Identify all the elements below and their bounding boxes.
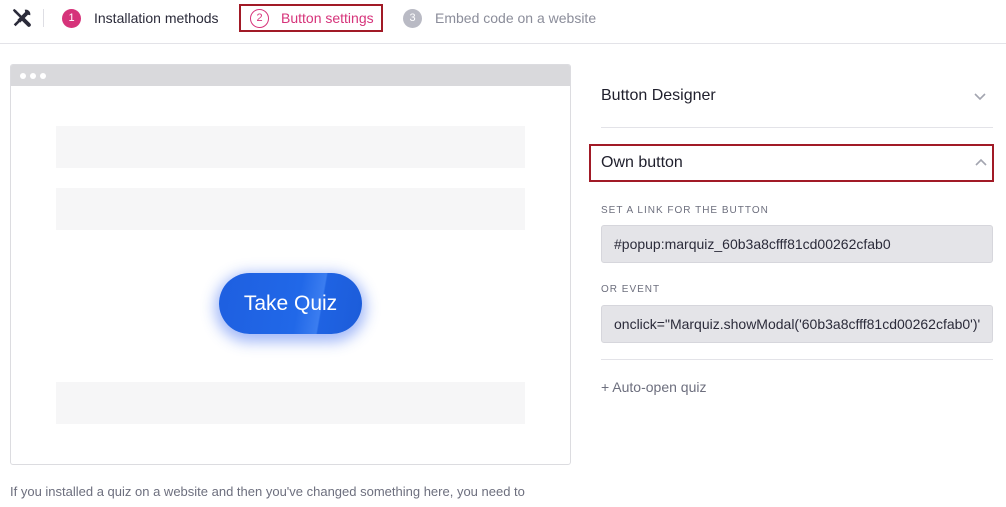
step-number: 1 (62, 8, 81, 28)
button-link-field[interactable]: #popup:marquiz_60b3a8cfff81cd00262cfab0 (601, 225, 993, 263)
accordion-own-button[interactable]: Own button (589, 144, 994, 182)
step-number: 3 (403, 8, 422, 28)
top-stepper: 1 Installation methods 2 Button settings… (0, 0, 1006, 44)
section-divider (601, 359, 993, 360)
take-quiz-button[interactable]: Take Quiz (219, 273, 362, 334)
window-dot (20, 72, 26, 79)
content-placeholder (56, 382, 525, 424)
tools-icon[interactable] (11, 7, 33, 29)
browser-bar (11, 65, 570, 86)
link-field-label: SET A LINK FOR THE BUTTON (601, 205, 769, 216)
accordion-title: Own button (601, 154, 683, 171)
accordion-button-designer[interactable]: Button Designer (601, 64, 993, 128)
window-dot (30, 72, 36, 79)
step-label: Installation methods (94, 10, 219, 26)
chevron-up-icon[interactable] (974, 156, 988, 170)
auto-open-quiz-link[interactable]: + Auto-open quiz (601, 379, 706, 395)
button-event-field[interactable]: onclick="Marquiz.showModal('60b3a8cfff81… (601, 305, 993, 343)
step-label: Button settings (281, 10, 374, 26)
step-number: 2 (250, 8, 269, 28)
chevron-down-icon[interactable] (973, 89, 987, 103)
step-embed-code[interactable]: 3 Embed code on a website (403, 0, 596, 36)
accordion-title: Button Designer (601, 86, 716, 104)
footnote-text: If you installed a quiz on a website and… (10, 484, 525, 499)
window-dot (40, 72, 46, 79)
button-preview-frame: Take Quiz (10, 64, 571, 465)
step-button-settings[interactable]: 2 Button settings (239, 4, 383, 32)
content-placeholder (56, 126, 525, 168)
step-label: Embed code on a website (435, 10, 597, 26)
content-placeholder (56, 188, 525, 230)
header-divider (43, 9, 44, 27)
event-field-label: OR EVENT (601, 284, 661, 295)
settings-panel: Button Designer Own button SET A LINK FO… (589, 64, 994, 395)
step-installation-methods[interactable]: 1 Installation methods (62, 0, 219, 36)
